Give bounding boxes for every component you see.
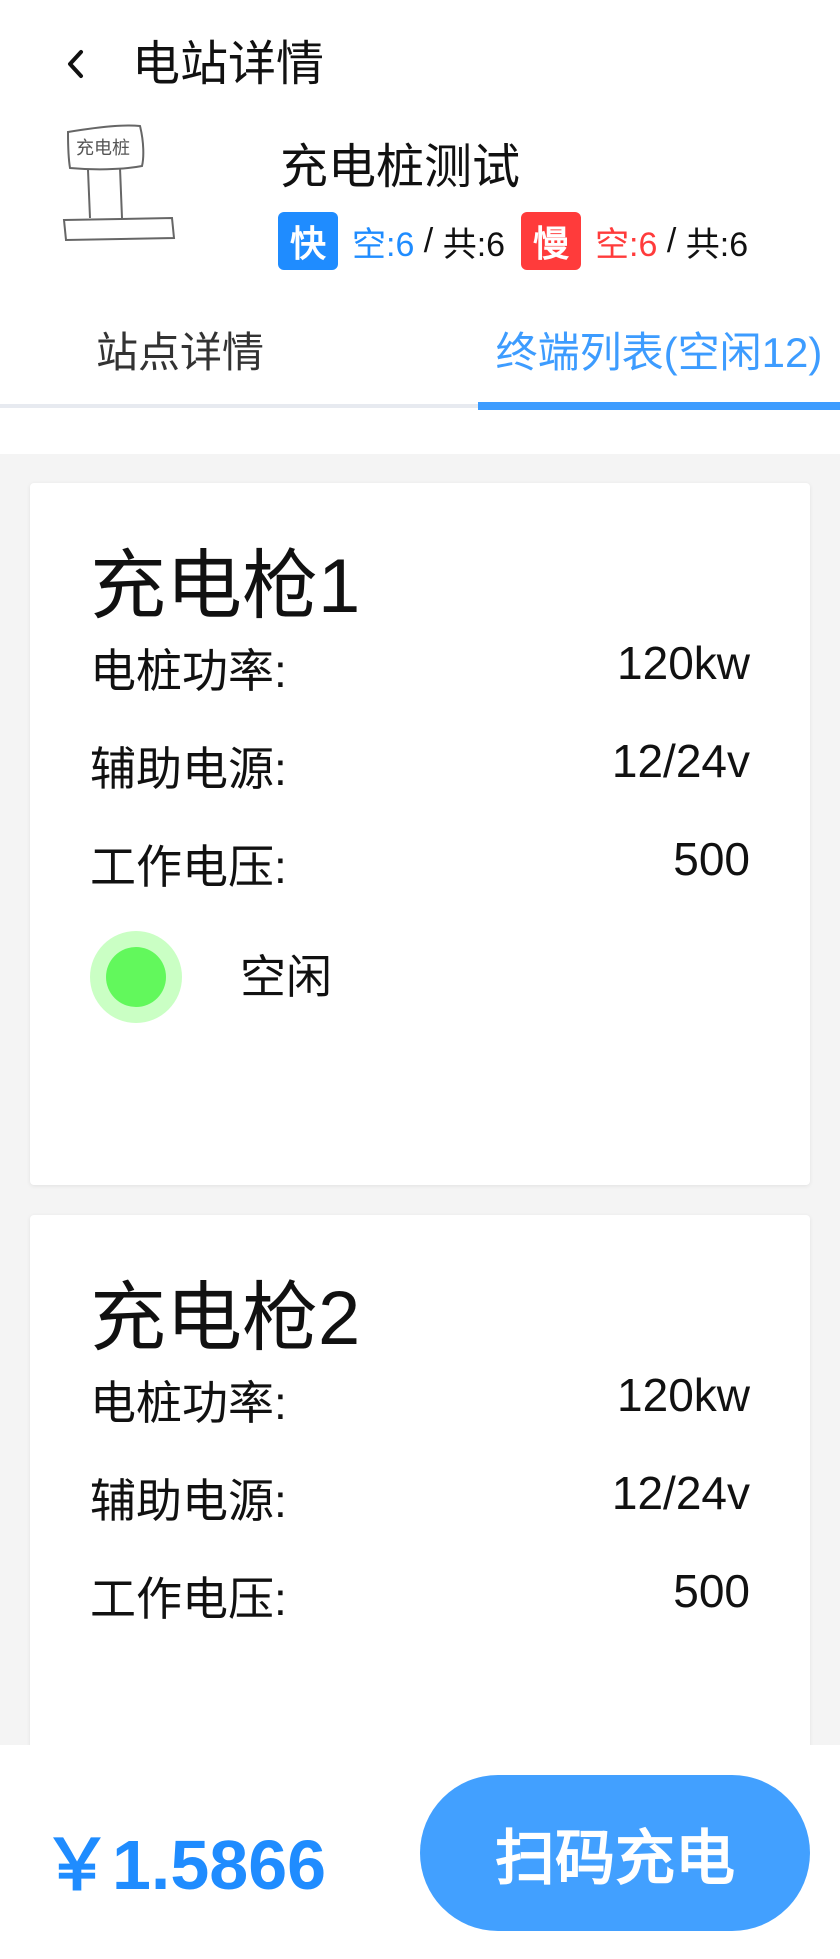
tab-terminal-list[interactable]: 终端列表(空闲12): [478, 310, 840, 404]
fast-badge: 快: [278, 212, 338, 270]
station-thumbnail: 充电桩: [62, 124, 176, 242]
voltage-value: 500: [673, 1565, 750, 1617]
aux-power-label: 辅助电源:: [90, 1475, 287, 1527]
fast-free: 空:6: [352, 225, 415, 264]
status-text: 空闲: [240, 951, 332, 1003]
gun-title: 充电枪1: [90, 544, 361, 629]
aux-power-value: 12/24v: [611, 1467, 750, 1519]
slow-badge: 慢: [521, 212, 582, 270]
gun-card[interactable]: 充电枪1 电桩功率: 120kw 辅助电源: 12/24v 工作电压: 500 …: [30, 483, 810, 1185]
voltage-label: 工作电压:: [90, 841, 287, 893]
power-label: 电桩功率:: [90, 1377, 287, 1429]
voltage-value: 500: [673, 833, 750, 885]
slow-total: 共:6: [685, 225, 749, 264]
tab-bar: 站点详情 终端列表(空闲12): [0, 310, 840, 410]
tab-station-details[interactable]: 站点详情: [0, 310, 360, 404]
bottom-bar: ￥1.5866 扫码充电: [0, 1745, 840, 1959]
station-header: 电站详情 充电桩 充电桩测试 快 空:6 / 共:6 慢 空:6 / 共:6 站…: [0, 0, 840, 454]
aux-power-value: 12/24v: [611, 735, 750, 787]
power-value: 120kw: [617, 1369, 750, 1421]
price: ￥1.5866: [42, 1826, 327, 1904]
power-value: 120kw: [617, 637, 750, 689]
thumb-label: 充电桩: [76, 138, 130, 159]
scan-charge-button[interactable]: 扫码充电: [420, 1775, 810, 1931]
back-button[interactable]: [56, 44, 96, 84]
fast-sep: /: [414, 221, 443, 260]
gun-title: 充电枪2: [90, 1276, 361, 1361]
aux-power-label: 辅助电源:: [90, 743, 287, 795]
tab-active-indicator: [478, 402, 840, 410]
charger-availability: 快 空:6 / 共:6 慢 空:6 / 共:6: [278, 212, 748, 270]
page-title: 电站详情: [132, 38, 325, 91]
status-indicator-icon: [90, 931, 182, 1023]
slow-free: 空:6: [595, 225, 658, 264]
slow-sep: /: [657, 221, 686, 260]
chevron-left-icon: [68, 50, 83, 78]
station-name: 充电桩测试: [280, 141, 521, 194]
power-label: 电桩功率:: [90, 645, 287, 697]
voltage-label: 工作电压:: [90, 1573, 287, 1625]
fast-total: 共:6: [442, 225, 506, 264]
